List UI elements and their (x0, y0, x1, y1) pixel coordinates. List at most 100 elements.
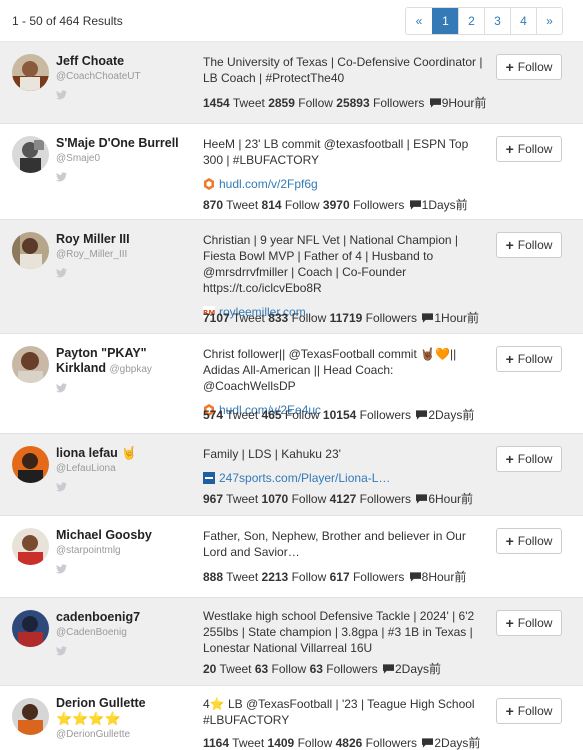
user-row: Roy Miller III @Roy_Miller_III Christian… (0, 220, 583, 334)
pagination-page-2[interactable]: 2 (458, 7, 484, 34)
follow-button[interactable]: + Follow (496, 346, 562, 372)
speech-bubble-icon (409, 572, 421, 582)
follow-button[interactable]: + Follow (496, 610, 562, 636)
plus-icon: + (505, 703, 514, 719)
user-row: Jeff Choate @CoachChoateUT The Universit… (0, 42, 583, 124)
speech-bubble-icon (382, 664, 394, 674)
user-stats: 967 Tweet 1070 Follow 4127 Followers 6Ho… (203, 490, 473, 507)
pagination-prev[interactable]: « (406, 7, 432, 34)
avatar[interactable] (12, 446, 49, 483)
tweet-label: Tweet (232, 311, 265, 325)
follow-button[interactable]: + Follow (496, 528, 562, 554)
user-link[interactable]: hudl.com/v/2Fpf6g (203, 176, 485, 192)
user-name[interactable]: Roy Miller III (56, 232, 194, 247)
following-label: Follow (284, 408, 320, 422)
twitter-bird-icon[interactable] (56, 172, 67, 182)
user-handle[interactable]: @starpointmlg (56, 544, 194, 558)
tweet-label: Tweet (232, 736, 265, 750)
speech-bubble-icon (416, 494, 428, 504)
twitter-bird-icon[interactable] (56, 482, 67, 492)
speech-bubble-icon (422, 313, 434, 323)
user-bio: Family | LDS | Kahuku 23' (203, 447, 341, 461)
last-tweet-time: 6Hour前 (428, 492, 474, 506)
user-row: S'Maje D'One Burrell @Smaje0 HeeM | 23' … (0, 124, 583, 220)
pagination-page-1[interactable]: 1 (432, 7, 458, 34)
pagination-page-3[interactable]: 3 (484, 7, 510, 34)
user-name[interactable]: Derion Gullette (56, 696, 194, 711)
tweet-label: Tweet (219, 662, 252, 676)
follow-button[interactable]: + Follow (496, 232, 562, 258)
user-handle[interactable]: @LefauLiona (56, 462, 194, 476)
user-bio: Christ follower|| @TexasFootball commit … (203, 347, 457, 393)
user-handle[interactable]: @gbpkay (110, 364, 152, 375)
followers-label: Followers (365, 311, 418, 325)
following-label: Follow (284, 198, 320, 212)
user-name[interactable]: liona lefau 🤘 (56, 446, 194, 461)
user-bio: Father, Son, Nephew, Brother and believe… (203, 529, 466, 559)
twitter-bird-icon[interactable] (56, 564, 67, 574)
user-stats: 1164 Tweet 1409 Follow 4826 Followers 2D… (203, 734, 480, 750)
twitter-bird-icon[interactable] (56, 268, 67, 278)
followers-label: Followers (359, 408, 411, 422)
user-link-text[interactable]: 247sports.com/Player/Liona-L… (219, 470, 390, 486)
user-handle[interactable]: @CoachChoateUT (56, 70, 194, 84)
247sports-icon (203, 472, 215, 484)
last-tweet-time: 1Hour前 (434, 311, 480, 325)
twitter-bird-icon[interactable] (56, 90, 67, 100)
tweet-count: 574 (203, 408, 224, 422)
pagination: « 1 2 3 4 » (405, 6, 563, 35)
avatar[interactable] (12, 136, 49, 173)
user-stats: 20 Tweet 63 Follow 63 Followers 2Days前 (203, 660, 441, 677)
plus-icon: + (505, 141, 514, 157)
follow-label: Follow (517, 704, 553, 718)
twitter-bird-icon[interactable] (56, 383, 67, 393)
follow-button[interactable]: + Follow (496, 136, 562, 162)
user-handle[interactable]: @CadenBoenig (56, 626, 194, 640)
user-handle[interactable]: @DerionGullette (56, 728, 194, 742)
follow-button[interactable]: + Follow (496, 698, 562, 724)
followers-count: 25893 (336, 96, 370, 110)
last-tweet-time: 2Days前 (428, 408, 475, 422)
user-handle[interactable]: @Smaje0 (56, 152, 194, 166)
tweet-count: 870 (203, 198, 224, 212)
tweet-label: Tweet (226, 408, 259, 422)
user-handle[interactable]: @Roy_Miller_III (56, 248, 194, 262)
avatar[interactable] (12, 698, 49, 735)
following-label: Follow (291, 570, 327, 584)
follow-label: Follow (517, 352, 553, 366)
user-link-text[interactable]: hudl.com/v/2Fpf6g (219, 176, 318, 192)
avatar[interactable] (12, 528, 49, 565)
following-label: Follow (297, 736, 333, 750)
user-name[interactable]: S'Maje D'One Burrell (56, 136, 194, 151)
followers-count: 11719 (329, 311, 363, 325)
user-name[interactable]: Michael Goosby (56, 528, 194, 543)
avatar[interactable] (12, 232, 49, 269)
user-name-text[interactable]: liona lefau (56, 446, 118, 460)
following-count: 1070 (261, 492, 289, 506)
plus-icon: + (505, 351, 514, 367)
hudl-icon (204, 178, 214, 190)
last-tweet-time: 8Hour前 (421, 570, 467, 584)
following-count: 833 (268, 311, 289, 325)
user-link[interactable]: 247sports.com/Player/Liona-L… (203, 470, 485, 486)
user-name[interactable]: Payton "PKAY" Kirkland @gbpkay (56, 346, 194, 377)
avatar[interactable] (12, 610, 49, 647)
speech-bubble-icon (429, 98, 441, 108)
user-bio: 4⭐ LB @TexasFootball | '23 | Teague High… (203, 697, 475, 727)
follow-button[interactable]: + Follow (496, 54, 562, 80)
user-name[interactable]: Jeff Choate (56, 54, 194, 69)
following-count: 814 (261, 198, 282, 212)
plus-icon: + (505, 59, 514, 75)
followers-count: 617 (329, 570, 350, 584)
follow-label: Follow (517, 616, 553, 630)
pagination-next[interactable]: » (536, 7, 562, 34)
avatar[interactable] (12, 346, 49, 383)
rating-stars: ⭐⭐⭐⭐ (56, 711, 121, 726)
pagination-page-4[interactable]: 4 (510, 7, 536, 34)
speech-bubble-icon (422, 738, 434, 748)
user-name[interactable]: cadenboenig7 (56, 610, 194, 625)
twitter-bird-icon[interactable] (56, 646, 67, 656)
follow-button[interactable]: + Follow (496, 446, 562, 472)
user-stats: 1454 Tweet 2859 Follow 25893 Followers 9… (203, 94, 486, 111)
avatar[interactable] (12, 54, 49, 91)
